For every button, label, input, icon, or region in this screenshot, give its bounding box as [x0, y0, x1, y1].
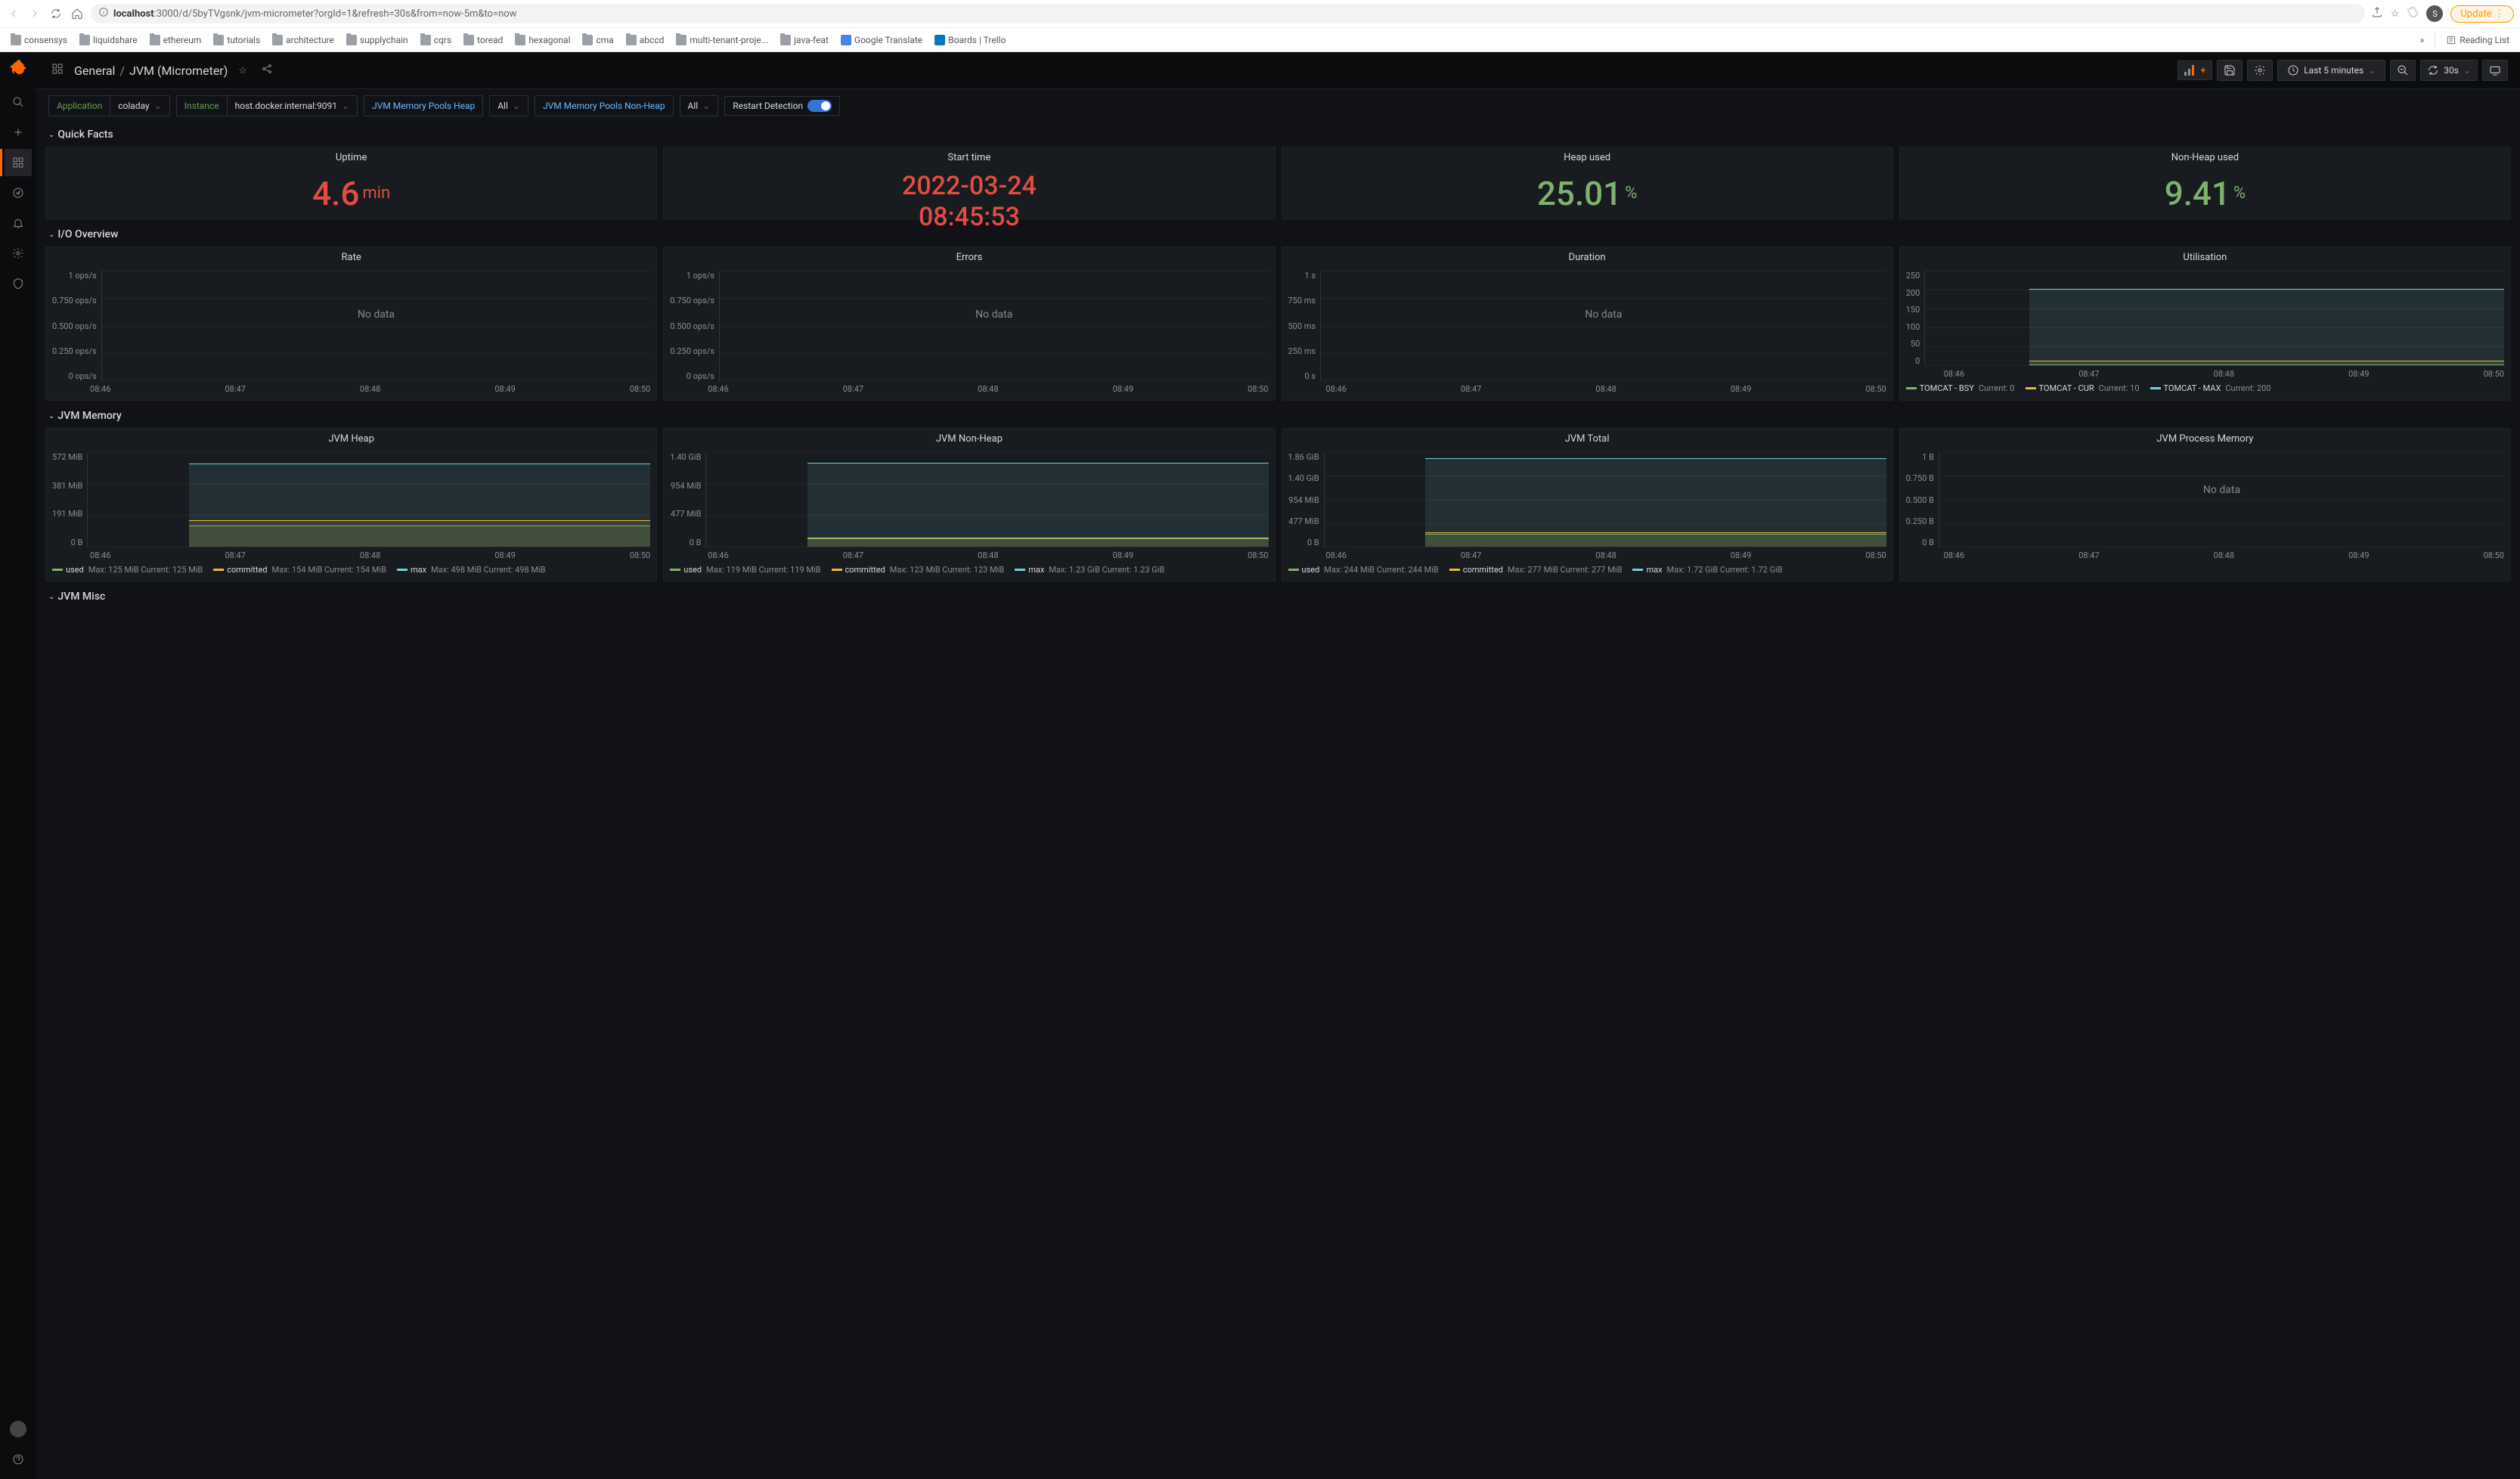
main-content: General / JVM (Micrometer) ☆ + Last 5 mi… — [36, 52, 2520, 1479]
panel-duration[interactable]: Duration1 s750 ms500 ms250 ms0 sNo data0… — [1282, 246, 1893, 401]
panel-jvm_process_memory[interactable]: JVM Process Memory1 B0.750 B0.500 B0.250… — [1899, 428, 2511, 581]
site-info-icon[interactable] — [98, 7, 109, 20]
bookmark-folder[interactable]: java-feat — [776, 33, 833, 47]
var-application[interactable]: Application coladay⌄ — [48, 95, 170, 116]
bookmark-folder[interactable]: tutorials — [209, 33, 265, 47]
bookmark-folder[interactable]: abccd — [621, 33, 669, 47]
panel-heap-used[interactable]: Heap used 25.01% — [1282, 147, 1893, 219]
legend-item[interactable]: usedMax: 125 MiB Current: 125 MiB — [52, 565, 203, 575]
sidebar-alerting[interactable] — [5, 209, 32, 237]
browser-right-controls: ☆ S Update ⋮ — [2371, 5, 2514, 23]
save-dashboard-button[interactable] — [2217, 60, 2243, 81]
share-dashboard-icon[interactable] — [258, 60, 276, 81]
dashboard-body: ⌄Quick Facts Uptime 4.6min Start time 20… — [36, 122, 2520, 1479]
sidebar — [0, 52, 36, 1479]
legend-item[interactable]: committedMax: 123 MiB Current: 123 MiB — [832, 565, 1005, 575]
var-nonheap-value[interactable]: All⌄ — [680, 95, 719, 116]
legend-item[interactable]: maxMax: 1.23 GiB Current: 1.23 GiB — [1015, 565, 1164, 575]
variables-row: Application coladay⌄ Instance host.docke… — [36, 89, 2520, 122]
bookmark-folder[interactable]: hexagonal — [510, 33, 575, 47]
grafana-app: General / JVM (Micrometer) ☆ + Last 5 mi… — [0, 52, 2520, 1479]
panel-errors[interactable]: Errors1 ops/s0.750 ops/s0.500 ops/s0.250… — [663, 246, 1275, 401]
row-jvm-memory[interactable]: ⌄JVM Memory — [45, 404, 2511, 428]
sidebar-admin[interactable] — [5, 270, 32, 297]
bookmarks-overflow[interactable]: » — [2416, 33, 2429, 47]
legend-item[interactable]: maxMax: 498 MiB Current: 498 MiB — [397, 565, 546, 575]
refresh-button[interactable]: 30s⌄ — [2420, 60, 2478, 81]
row-jvm-misc[interactable]: ⌄JVM Misc — [45, 584, 2511, 609]
panel-nonheap-used[interactable]: Non-Heap used 9.41% — [1899, 147, 2511, 219]
row-io-overview[interactable]: ⌄I/O Overview — [45, 222, 2511, 246]
home-button[interactable] — [70, 6, 85, 21]
zoom-out-button[interactable] — [2390, 60, 2416, 81]
forward-button[interactable] — [27, 6, 42, 21]
reload-button[interactable] — [48, 6, 64, 21]
restart-detection[interactable]: Restart Detection — [724, 96, 840, 116]
breadcrumb[interactable]: General / JVM (Micrometer) — [74, 64, 228, 78]
var-heap-label: JVM Memory Pools Heap — [364, 95, 483, 116]
bookmarks-bar: consensysliquidshareethereumtutorialsarc… — [0, 27, 2520, 51]
star-icon[interactable]: ☆ — [2391, 8, 2400, 20]
legend-item[interactable]: TOMCAT - MAXCurrent: 200 — [2150, 383, 2271, 393]
panel-rate[interactable]: Rate1 ops/s0.750 ops/s0.500 ops/s0.250 o… — [45, 246, 657, 401]
sidebar-dashboards[interactable] — [5, 149, 32, 176]
panel-jvm_nonheap[interactable]: JVM Non-Heap1.40 GiB954 MiB477 MiB0 B08:… — [663, 428, 1275, 581]
legend-item[interactable]: committedMax: 154 MiB Current: 154 MiB — [213, 565, 386, 575]
sidebar-explore[interactable] — [5, 179, 32, 206]
panel-utilisation[interactable]: Utilisation25020015010050008:4608:4708:4… — [1899, 246, 2511, 401]
dashboard-icon — [48, 60, 67, 81]
bookmark-folder[interactable]: architecture — [268, 33, 339, 47]
extensions-icon[interactable] — [2407, 6, 2419, 21]
row-quick-facts[interactable]: ⌄Quick Facts — [45, 122, 2511, 147]
bookmark-folder[interactable]: ethereum — [145, 33, 206, 47]
page-header: General / JVM (Micrometer) ☆ + Last 5 mi… — [36, 52, 2520, 89]
legend-item[interactable]: committedMax: 277 MiB Current: 277 MiB — [1449, 565, 1623, 575]
var-heap-value[interactable]: All⌄ — [489, 95, 528, 116]
bookmark-folder[interactable]: cma — [578, 33, 618, 47]
profile-avatar[interactable]: S — [2426, 5, 2443, 22]
tv-mode-button[interactable] — [2482, 60, 2508, 81]
legend-item[interactable]: usedMax: 244 MiB Current: 244 MiB — [1288, 565, 1439, 575]
sidebar-create[interactable] — [5, 119, 32, 146]
share-icon[interactable] — [2371, 6, 2383, 21]
back-button[interactable] — [6, 6, 21, 21]
bookmark-folder[interactable]: consensys — [6, 33, 72, 47]
url-text: localhost:3000/d/5byTVgsnk/jvm-micromete… — [113, 8, 516, 20]
bookmark-folder[interactable]: multi-tenant-proje... — [671, 33, 773, 47]
update-button[interactable]: Update ⋮ — [2450, 5, 2514, 23]
sidebar-search[interactable] — [5, 88, 32, 116]
var-nonheap-label: JVM Memory Pools Non-Heap — [535, 95, 674, 116]
panel-uptime[interactable]: Uptime 4.6min — [45, 147, 657, 219]
add-panel-button[interactable]: + — [2177, 60, 2213, 80]
browser-toolbar: localhost:3000/d/5byTVgsnk/jvm-micromete… — [0, 0, 2520, 27]
bookmark-google-translate[interactable]: Google Translate — [836, 33, 927, 47]
bookmark-folder[interactable]: cqrs — [416, 33, 456, 47]
sidebar-help[interactable] — [5, 1446, 32, 1473]
panel-jvm_total[interactable]: JVM Total1.86 GiB1.40 GiB954 MiB477 MiB0… — [1282, 428, 1893, 581]
panel-start-time[interactable]: Start time 2022-03-24 08:45:53 — [663, 147, 1275, 219]
bookmark-folder[interactable]: liquidshare — [75, 33, 142, 47]
sidebar-user[interactable] — [5, 1415, 32, 1443]
panel-jvm_heap[interactable]: JVM Heap572 MiB381 MiB191 MiB0 B08:4608:… — [45, 428, 657, 581]
browser-chrome: localhost:3000/d/5byTVgsnk/jvm-micromete… — [0, 0, 2520, 52]
bookmark-folder[interactable]: toread — [459, 33, 507, 47]
dashboard-settings-button[interactable] — [2247, 60, 2273, 81]
url-bar[interactable]: localhost:3000/d/5byTVgsnk/jvm-micromete… — [91, 4, 2365, 23]
legend-item[interactable]: TOMCAT - CURCurrent: 10 — [2026, 383, 2140, 393]
legend-item[interactable]: maxMax: 1.72 GiB Current: 1.72 GiB — [1632, 565, 1782, 575]
time-range-picker[interactable]: Last 5 minutes⌄ — [2277, 60, 2385, 81]
sidebar-config[interactable] — [5, 240, 32, 267]
var-instance[interactable]: Instance host.docker.internal:9091⌄ — [176, 95, 358, 116]
legend-item[interactable]: TOMCAT - BSYCurrent: 0 — [1906, 383, 2015, 393]
reading-list[interactable]: Reading List — [2441, 33, 2514, 47]
bookmark-trello[interactable]: Boards | Trello — [930, 33, 1010, 47]
bookmark-folder[interactable]: supplychain — [342, 33, 413, 47]
restart-toggle[interactable] — [807, 100, 832, 112]
legend-item[interactable]: usedMax: 119 MiB Current: 119 MiB — [670, 565, 820, 575]
grafana-logo[interactable] — [8, 58, 29, 79]
favorite-icon[interactable]: ☆ — [235, 62, 250, 79]
